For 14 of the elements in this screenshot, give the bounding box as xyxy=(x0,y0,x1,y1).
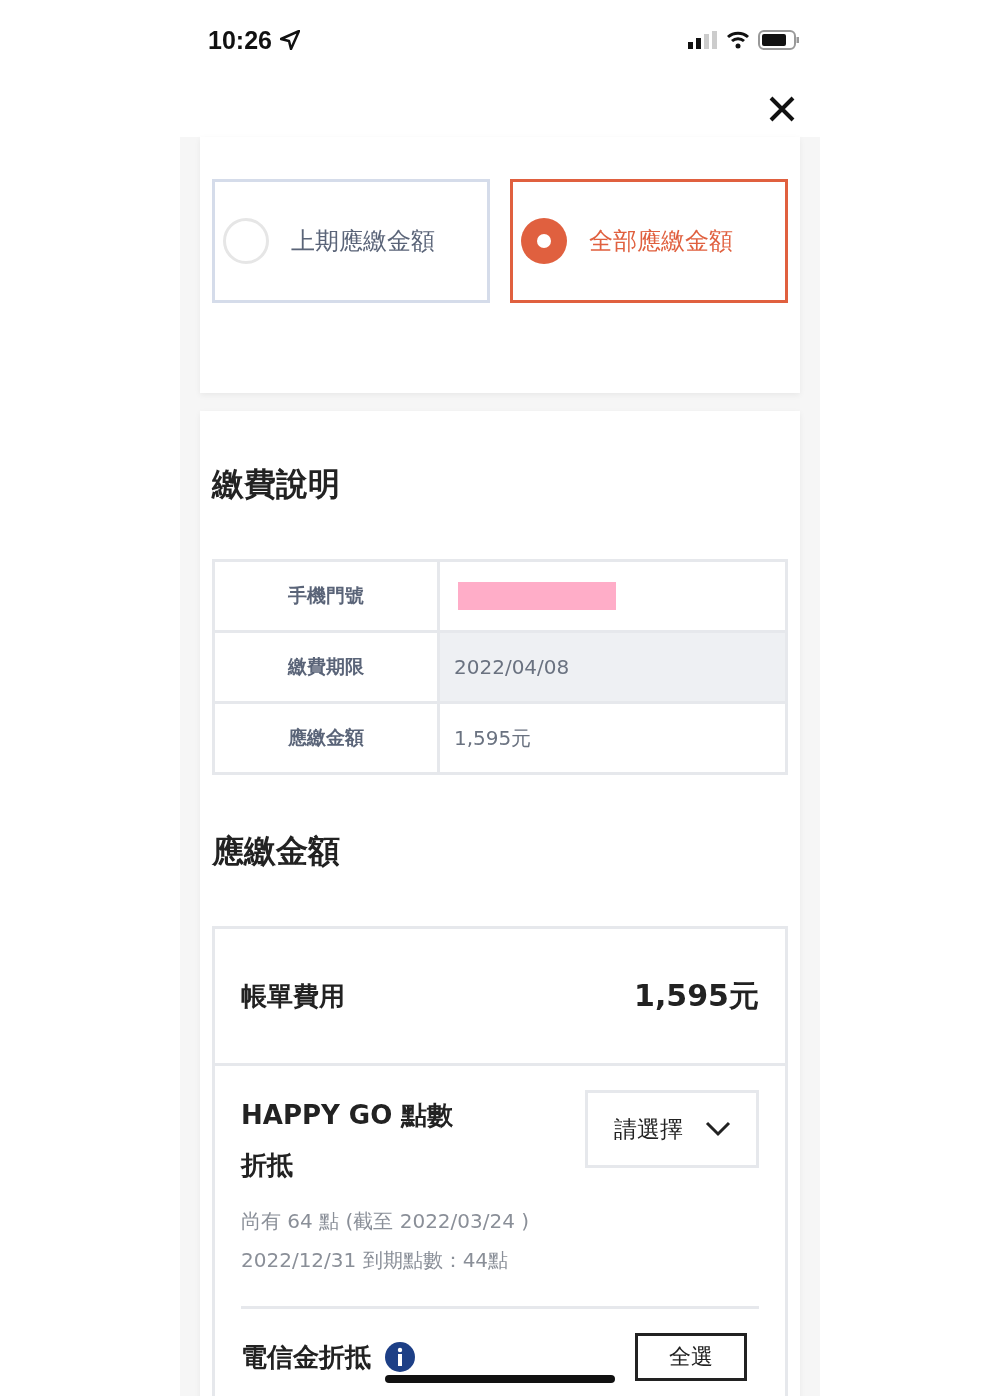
bill-option[interactable]: 上期應繳金額 xyxy=(212,179,490,303)
table-cell: 2022/04/08 xyxy=(440,633,785,701)
select-all-button[interactable]: 全選 xyxy=(635,1333,747,1381)
points-label: HAPPY GO 點數 折抵 xyxy=(241,1099,454,1182)
bill-amount: 1,595元 xyxy=(634,976,759,1015)
telecom-label: 電信金折抵 xyxy=(241,1340,371,1374)
status-time: 10:26 xyxy=(208,25,272,55)
points-select[interactable]: 請選擇 xyxy=(585,1090,759,1168)
section-title: 應繳金額 xyxy=(212,831,341,872)
points-note: 2022/12/31 到期點數：44點 xyxy=(241,1247,510,1274)
section-title: 繳費說明 xyxy=(212,464,341,505)
points-note: 尚有 64 點 (截至 2022/03/24 ) xyxy=(241,1208,531,1235)
bill-label: 帳單費用 xyxy=(241,979,345,1013)
bill-option[interactable]: 全部應繳金額 xyxy=(510,179,788,303)
